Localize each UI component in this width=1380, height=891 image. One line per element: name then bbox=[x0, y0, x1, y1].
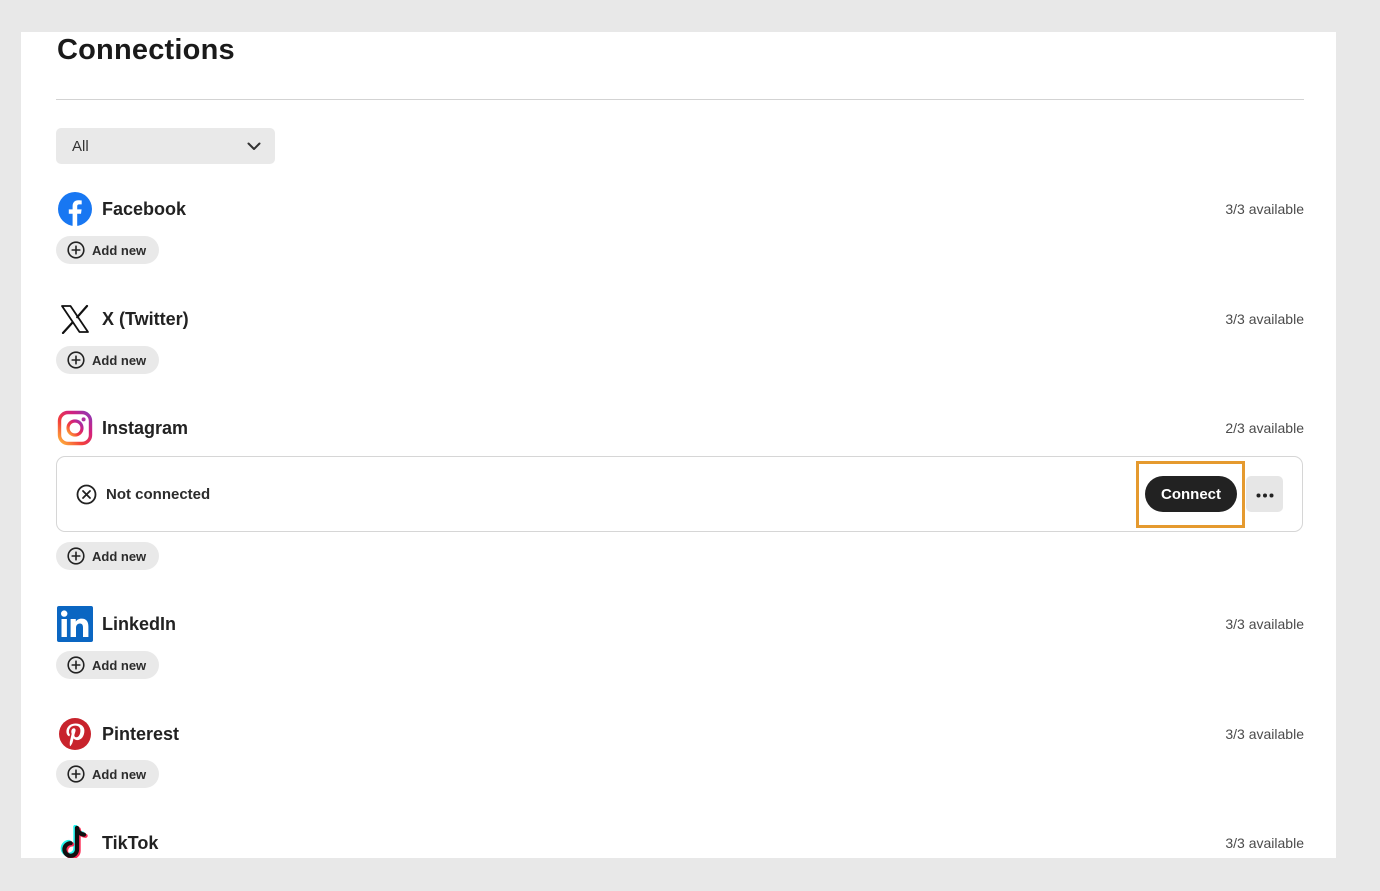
chevron-down-icon bbox=[247, 142, 261, 151]
platform-filter-dropdown[interactable]: All bbox=[56, 128, 275, 164]
platform-instagram: Instagram 2/3 available bbox=[56, 410, 1304, 446]
add-new-label: Add new bbox=[92, 657, 147, 673]
availability-count: 2/3 available bbox=[1225, 420, 1304, 436]
tiktok-icon bbox=[56, 825, 93, 858]
more-options-button[interactable] bbox=[1246, 476, 1283, 512]
ellipsis-icon bbox=[1256, 485, 1274, 503]
x-twitter-icon bbox=[56, 301, 93, 338]
platform-name: LinkedIn bbox=[102, 613, 177, 634]
connections-panel: Connections All Facebook 3/3 available A… bbox=[21, 32, 1336, 858]
platform-pinterest: Pinterest 3/3 available bbox=[56, 716, 1304, 752]
plus-circle-icon bbox=[67, 765, 85, 783]
platform-linkedin: LinkedIn 3/3 available bbox=[56, 606, 1304, 642]
add-new-label: Add new bbox=[92, 352, 147, 368]
linkedin-icon bbox=[56, 606, 93, 643]
plus-circle-icon bbox=[67, 547, 85, 565]
filter-selected-value: All bbox=[72, 137, 89, 155]
availability-count: 3/3 available bbox=[1225, 726, 1304, 742]
platform-tiktok: TikTok 3/3 available bbox=[56, 825, 1304, 858]
page-title: Connections bbox=[57, 34, 235, 66]
availability-count: 3/3 available bbox=[1225, 201, 1304, 217]
instagram-account-card: Not connected bbox=[56, 456, 1303, 532]
platform-name: X (Twitter) bbox=[102, 308, 189, 329]
connect-button[interactable]: Connect bbox=[1145, 476, 1237, 512]
platform-name: Instagram bbox=[102, 417, 189, 438]
platform-name: Facebook bbox=[102, 198, 187, 219]
platform-facebook: Facebook 3/3 available bbox=[56, 191, 1304, 227]
title-divider bbox=[56, 99, 1304, 100]
plus-circle-icon bbox=[67, 351, 85, 369]
instagram-icon bbox=[56, 410, 93, 447]
add-new-instagram-button[interactable]: Add new bbox=[56, 542, 159, 570]
add-new-label: Add new bbox=[92, 242, 147, 258]
add-new-x-twitter-button[interactable]: Add new bbox=[56, 346, 159, 374]
add-new-pinterest-button[interactable]: Add new bbox=[56, 760, 159, 788]
x-circle-icon bbox=[76, 484, 97, 505]
availability-count: 3/3 available bbox=[1225, 835, 1304, 851]
availability-count: 3/3 available bbox=[1225, 616, 1304, 632]
platform-name: TikTok bbox=[102, 832, 159, 853]
pinterest-icon bbox=[56, 716, 93, 753]
plus-circle-icon bbox=[67, 241, 85, 259]
add-new-facebook-button[interactable]: Add new bbox=[56, 236, 159, 264]
availability-count: 3/3 available bbox=[1225, 311, 1304, 327]
facebook-icon bbox=[56, 191, 93, 228]
platform-name: Pinterest bbox=[102, 723, 180, 744]
connection-status: Not connected bbox=[106, 485, 211, 503]
add-new-label: Add new bbox=[92, 766, 147, 782]
platform-x-twitter: X (Twitter) 3/3 available bbox=[56, 301, 1304, 337]
plus-circle-icon bbox=[67, 656, 85, 674]
add-new-linkedin-button[interactable]: Add new bbox=[56, 651, 159, 679]
add-new-label: Add new bbox=[92, 548, 147, 564]
